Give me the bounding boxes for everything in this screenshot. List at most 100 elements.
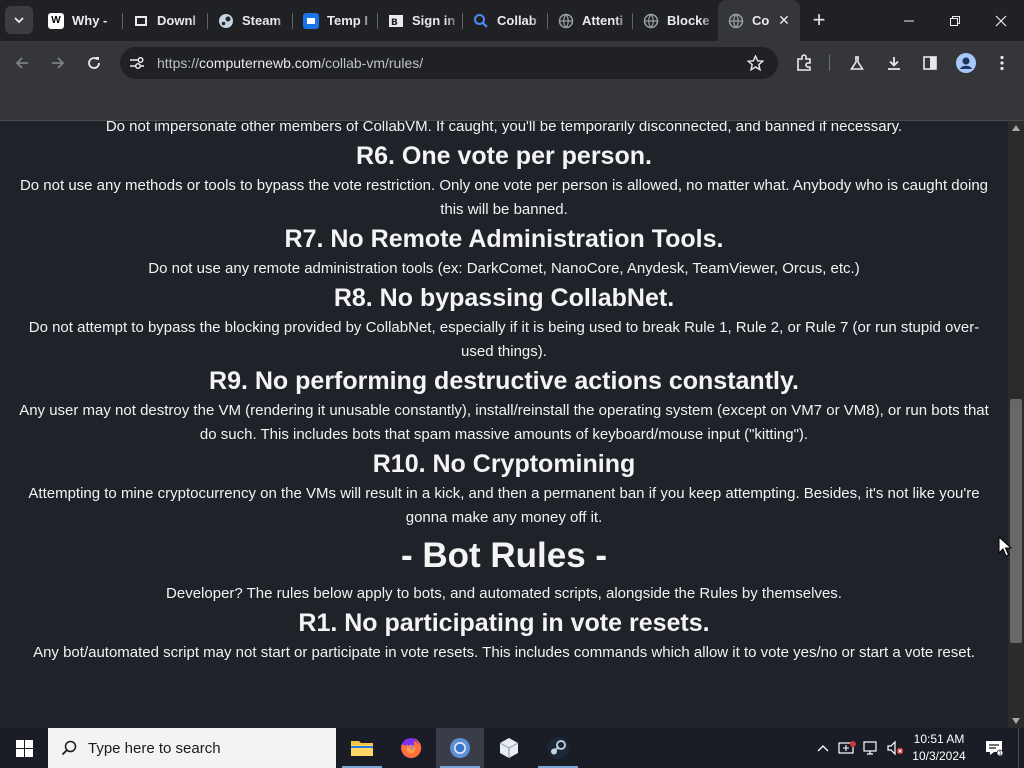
svg-text:1: 1	[999, 751, 1002, 756]
url-host: computernewb.com	[199, 55, 322, 71]
kebab-menu-icon	[1000, 55, 1004, 71]
url-scheme: https://	[157, 55, 200, 71]
tray-volume-button[interactable]	[884, 728, 906, 768]
taskbar-clock[interactable]: 10:51 AM 10/3/2024	[904, 731, 974, 765]
tab-collabvm-rules-active[interactable]: Co ✕	[718, 0, 800, 41]
taskbar-chrome[interactable]	[436, 728, 484, 768]
start-button[interactable]	[0, 728, 48, 768]
toolbar-divider	[829, 55, 830, 71]
bot-rules-intro: Developer? The rules below apply to bots…	[166, 585, 842, 602]
arrow-right-icon	[52, 57, 65, 69]
rules-list: Do not impersonate other members of Coll…	[0, 121, 1008, 665]
mouse-pointer-icon	[998, 536, 1012, 557]
flask-icon	[850, 56, 864, 70]
globe-icon	[728, 13, 744, 29]
steam-icon	[218, 13, 234, 29]
tray-network-button[interactable]	[860, 728, 882, 768]
taskbar-search-box[interactable]: Type here to search	[48, 728, 336, 768]
new-tab-button[interactable]: +	[806, 8, 832, 34]
network-icon	[863, 741, 877, 755]
tab-list: W Why - Downl Steam Temp I B Sign in Col…	[38, 0, 800, 41]
bookmark-star-icon[interactable]	[747, 55, 764, 71]
tray-security-icon-button[interactable]	[836, 728, 858, 768]
tab-blocked[interactable]: Blocke	[633, 0, 718, 41]
arrow-left-icon	[15, 57, 28, 69]
url-text[interactable]: https://computernewb.com/collab-vm/rules…	[157, 55, 423, 71]
site-info-icon[interactable]	[129, 56, 145, 70]
profile-button[interactable]	[953, 50, 979, 76]
reload-button[interactable]	[81, 50, 107, 76]
minimize-icon	[904, 20, 914, 21]
steam-icon	[547, 737, 569, 759]
download-icon	[888, 57, 900, 70]
tab-why[interactable]: W Why -	[38, 0, 123, 41]
close-tab-icon[interactable]: ✕	[776, 12, 792, 28]
download-site-icon	[133, 13, 149, 29]
chevron-down-icon	[14, 17, 24, 24]
svg-text:B: B	[391, 18, 398, 28]
windows-logo-icon	[15, 739, 33, 757]
windows-taskbar: Type here to search 10:51 AM 10/3/2024 1	[0, 728, 1024, 768]
globe-icon	[643, 13, 659, 29]
tab-title: Downl	[157, 13, 196, 28]
security-alert-icon	[838, 741, 856, 754]
rule-heading-r7: R7. No Remote Administration Tools.	[284, 225, 724, 253]
side-panel-icon	[923, 56, 937, 70]
wikipedia-icon: W	[48, 12, 64, 29]
taskbar-file-explorer[interactable]	[338, 728, 386, 768]
chevron-up-icon	[817, 745, 829, 752]
scrollbar-thumb[interactable]	[1010, 399, 1022, 643]
folder-icon	[351, 741, 373, 756]
menu-button[interactable]	[989, 50, 1015, 76]
firefox-icon	[401, 737, 422, 758]
tab-title: Blocke	[667, 13, 710, 28]
search-icon	[473, 13, 489, 29]
bot-rule-text-r1: Any bot/automated script may not start o…	[33, 644, 975, 661]
close-window-button[interactable]	[978, 0, 1024, 41]
puzzle-icon	[797, 54, 811, 71]
tab-temp-mail[interactable]: Temp I	[293, 0, 378, 41]
rule-text-r7: Do not use any remote administration too…	[148, 260, 860, 277]
tab-search-button[interactable]	[5, 6, 33, 34]
extensions-button[interactable]	[791, 50, 817, 76]
tab-attention[interactable]: Attenti	[548, 0, 633, 41]
labs-button[interactable]	[844, 50, 870, 76]
taskbar-steam[interactable]	[534, 728, 582, 768]
volume-muted-icon	[887, 740, 904, 756]
scroll-down-arrow-icon[interactable]	[1012, 718, 1020, 724]
rule-heading-r10: R10. No Cryptomining	[372, 450, 636, 478]
sign-in-site-icon: B	[388, 13, 404, 29]
browser-toolbar: https://computernewb.com/collab-vm/rules…	[0, 41, 1024, 85]
restore-button[interactable]	[932, 0, 978, 41]
forward-button[interactable]	[45, 50, 71, 76]
notification-icon: 1	[986, 741, 1003, 756]
taskbar-3d-app[interactable]	[485, 728, 533, 768]
notification-center-button[interactable]: 1	[980, 728, 1008, 768]
side-panel-button[interactable]	[917, 50, 943, 76]
globe-icon	[558, 13, 574, 29]
tab-collab-search[interactable]: Collab	[463, 0, 548, 41]
chrome-icon	[450, 738, 470, 758]
show-hidden-icons-button[interactable]	[814, 728, 832, 768]
bookmarks-bar	[0, 85, 1024, 121]
clock-date: 10/3/2024	[912, 749, 966, 763]
rule-text-r9: Any user may not destroy the VM (renderi…	[19, 402, 989, 443]
tab-steam[interactable]: Steam	[208, 0, 293, 41]
tab-sign-in[interactable]: B Sign in	[378, 0, 463, 41]
tab-title: Attenti	[582, 13, 624, 28]
clock-time: 10:51 AM	[913, 732, 965, 746]
minimize-button[interactable]	[886, 0, 932, 41]
rule-heading-r8: R8. No bypassing CollabNet.	[333, 284, 675, 312]
downloads-button[interactable]	[881, 50, 907, 76]
address-bar[interactable]: https://computernewb.com/collab-vm/rules…	[120, 47, 778, 79]
taskbar-firefox[interactable]	[387, 728, 435, 768]
taskbar-search-placeholder: Type here to search	[88, 739, 221, 757]
scroll-up-arrow-icon[interactable]	[1012, 125, 1020, 131]
page-content: Do not impersonate other members of Coll…	[0, 121, 1008, 728]
temp-mail-icon	[303, 12, 319, 29]
tab-download[interactable]: Downl	[123, 0, 208, 41]
page-scrollbar[interactable]	[1008, 121, 1024, 728]
back-button[interactable]	[9, 50, 35, 76]
bot-rule-heading-r1: R1. No participating in vote resets.	[298, 609, 710, 637]
show-desktop-button[interactable]	[1018, 728, 1024, 768]
